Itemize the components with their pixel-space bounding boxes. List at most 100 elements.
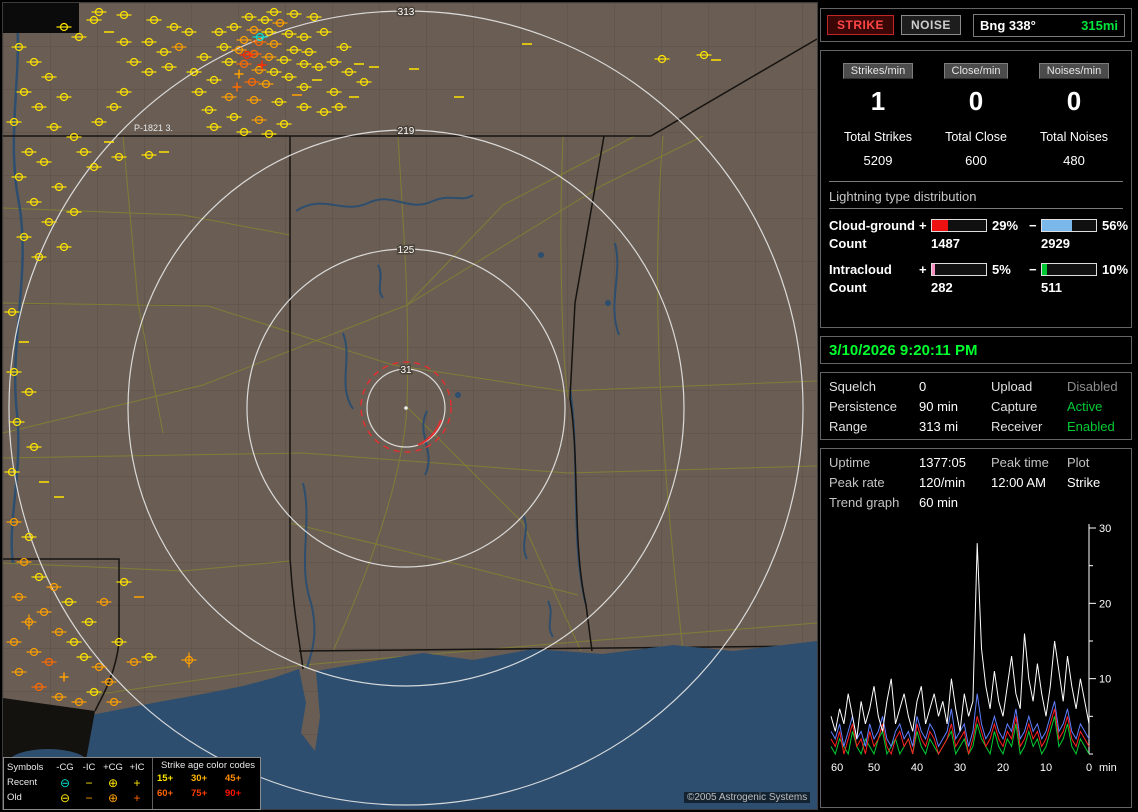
svg-text:10: 10 [1099, 674, 1111, 686]
peak-time-value: 12:00 AM [991, 475, 1067, 490]
distance-value: 315mi [1081, 18, 1118, 33]
copyright-text: ©2005 Astrogenic Systems [684, 792, 810, 803]
receiver-status: Enabled [1067, 419, 1123, 434]
total-noises-label: Total Noises [1025, 130, 1123, 144]
noises-per-min-value: 0 [1025, 86, 1123, 117]
bearing-readout: Bng 338° 315mi [973, 14, 1125, 37]
capture-label: Capture [991, 399, 1067, 414]
legend-age-header: Strike age color codes [157, 760, 259, 771]
upload-label: Upload [991, 379, 1067, 394]
ic-minus-count: 511 [1041, 280, 1097, 295]
trend-graph: 1020306050403020100min [829, 522, 1125, 780]
noise-mode-button[interactable]: NOISE [901, 15, 961, 35]
svg-text:20: 20 [997, 762, 1009, 774]
divider [829, 181, 1123, 182]
cloud-ground-row: Cloud-ground + 29% − 56% [829, 218, 1123, 233]
ic-minus-pct: 10% [1097, 262, 1125, 277]
total-strikes-value: 5209 [829, 153, 927, 168]
age-15: 15+ [157, 773, 191, 784]
age-60: 60+ [157, 788, 191, 799]
plus-sign: + [919, 262, 931, 277]
svg-text:min: min [1099, 762, 1117, 774]
ic-plus-count: 282 [931, 280, 987, 295]
range-value: 313 mi [919, 419, 991, 434]
svg-text:30: 30 [1099, 523, 1111, 535]
legend-symbols-section: Symbols -CG -IC +CG +IC Recent ⊖ − ⊕ + O… [4, 758, 153, 809]
minus-sign: − [1029, 262, 1041, 277]
legend-col-cg-minus: -CG [53, 762, 77, 773]
legend-recent-label: Recent [7, 777, 53, 788]
ic-minus-bar [1041, 263, 1097, 276]
ic-plus-pct: 5% [987, 262, 1029, 277]
ic-plus-recent-icon: + [125, 778, 149, 788]
datetime-panel: 3/10/2026 9:20:11 PM [820, 336, 1132, 364]
ic-plus-bar [931, 263, 987, 276]
close-per-min-value: 0 [927, 86, 1025, 117]
peak-time-label: Peak time [991, 455, 1067, 470]
svg-text:40: 40 [911, 762, 923, 774]
svg-text:60: 60 [831, 762, 843, 774]
cg-plus-count: 1487 [931, 236, 987, 251]
cg-minus-count: 2929 [1041, 236, 1097, 251]
trend-graph-window: 60 min [919, 495, 991, 510]
legend-symbols-header: Symbols [7, 762, 53, 773]
strikes-per-min-badge[interactable]: Strikes/min [843, 63, 913, 79]
persistence-value: 90 min [919, 399, 991, 414]
close-per-min-badge[interactable]: Close/min [944, 63, 1009, 79]
plus-sign: + [919, 218, 931, 233]
svg-text:0: 0 [1086, 762, 1092, 774]
svg-text:20: 20 [1099, 598, 1111, 610]
svg-text:30: 30 [954, 762, 966, 774]
svg-text:10: 10 [1040, 762, 1052, 774]
age-75: 75+ [191, 788, 225, 799]
plot-value: Strike [1067, 475, 1123, 490]
trend-graph-label: Trend graph [829, 495, 919, 510]
strike-mode-button[interactable]: STRIKE [827, 15, 894, 35]
cloud-ground-label: Cloud-ground [829, 218, 919, 233]
range-label: Range [829, 419, 919, 434]
count-label: Count [829, 280, 919, 295]
noises-per-min-badge[interactable]: Noises/min [1039, 63, 1109, 79]
squelch-value: 0 [919, 379, 991, 394]
trend-series-strikes [831, 543, 1089, 739]
cloud-ground-count-row: Count 1487 2929 [829, 236, 1123, 251]
trend-series-noises [831, 716, 1089, 754]
noises-column: Noises/min 0 Total Noises 480 [1025, 61, 1123, 168]
cg-minus-recent-icon: ⊖ [53, 778, 77, 788]
upload-status: Disabled [1067, 379, 1123, 394]
uptime-value: 1377:05 [919, 455, 991, 470]
receiver-label: Receiver [991, 419, 1067, 434]
cg-plus-pct: 29% [987, 218, 1029, 233]
total-close-label: Total Close [927, 130, 1025, 144]
legend-old-label: Old [7, 792, 53, 803]
settings-panel: Squelch 0 Upload Disabled Persistence 90… [820, 372, 1132, 440]
legend-age-section: Strike age color codes 15+ 30+ 45+ 60+ 7… [153, 758, 263, 809]
intracloud-count-row: Count 282 511 [829, 280, 1123, 295]
lightning-map[interactable]: 31321912531 P-1821 3. [2, 2, 818, 810]
peak-rate-label: Peak rate [829, 475, 919, 490]
range-ring-label: 313 [398, 7, 415, 18]
cg-minus-bar [1041, 219, 1097, 232]
age-45: 45+ [225, 773, 259, 784]
age-30: 30+ [191, 773, 225, 784]
count-label: Count [829, 236, 919, 251]
cg-plus-old-icon: ⊕ [101, 793, 125, 803]
strikes-per-min-value: 1 [829, 86, 927, 117]
legend-col-ic-plus: +IC [125, 762, 149, 773]
cg-minus-pct: 56% [1097, 218, 1125, 233]
statistics-panel: Strikes/min 1 Total Strikes 5209 Close/m… [820, 50, 1132, 328]
range-ring-label: 125 [398, 245, 415, 256]
intracloud-row: Intracloud + 5% − 10% [829, 262, 1123, 277]
total-close-value: 600 [927, 153, 1025, 168]
squelch-label: Squelch [829, 379, 919, 394]
legend-col-ic-minus: -IC [77, 762, 101, 773]
persistence-label: Persistence [829, 399, 919, 414]
status-trend-panel: Uptime 1377:05 Peak time Plot Peak rate … [820, 448, 1132, 808]
map-legend: Symbols -CG -IC +CG +IC Recent ⊖ − ⊕ + O… [3, 757, 261, 810]
total-noises-value: 480 [1025, 153, 1123, 168]
uptime-label: Uptime [829, 455, 919, 470]
strikes-column: Strikes/min 1 Total Strikes 5209 [829, 61, 927, 168]
display-mode-panel: STRIKE NOISE Bng 338° 315mi [820, 8, 1132, 42]
map-canvas: 31321912531 P-1821 3. [3, 3, 817, 809]
legend-col-cg-plus: +CG [101, 762, 125, 773]
